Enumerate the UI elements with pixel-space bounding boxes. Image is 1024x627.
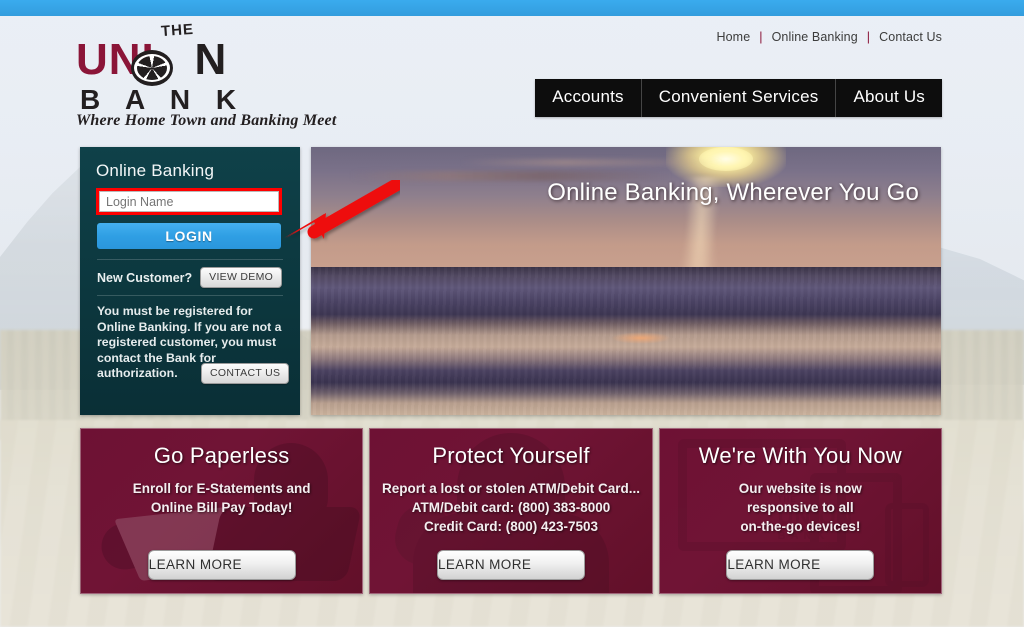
hero-banner[interactable]: Online Banking, Wherever You Go xyxy=(311,147,941,415)
logo-tagline: Where Home Town and Banking Meet xyxy=(76,112,337,129)
site-logo[interactable]: THE UNI N B A N K Where Home Town and Ba… xyxy=(76,21,376,130)
panel-divider xyxy=(97,259,283,260)
utility-nav-separator: | xyxy=(866,30,871,44)
new-customer-label: New Customer? xyxy=(97,270,193,285)
card-body: Go Paperless Enroll for E-Statements and… xyxy=(81,429,362,517)
utility-nav-home[interactable]: Home xyxy=(717,30,751,44)
panel-divider xyxy=(97,295,283,296)
card-text-line: on-the-go devices! xyxy=(740,519,861,534)
utility-nav-contact-us[interactable]: Contact Us xyxy=(879,30,942,44)
login-input-highlight xyxy=(96,188,282,215)
learn-more-button[interactable]: LEARN MORE xyxy=(436,550,585,580)
top-accent-bar xyxy=(0,0,1024,16)
card-text: Report a lost or stolen ATM/Debit Card..… xyxy=(370,479,651,536)
card-text: Our website is now responsive to all on-… xyxy=(660,479,941,536)
login-button[interactable]: LOGIN xyxy=(97,223,281,249)
learn-more-button[interactable]: LEARN MORE xyxy=(147,550,296,580)
card-text-line: Our website is now xyxy=(738,481,862,496)
utility-nav-separator: | xyxy=(759,30,763,44)
card-text-line: Online Bill Pay Today! xyxy=(150,500,293,515)
card-text-line: ATM/Debit card: (800) 383-8000 xyxy=(411,500,611,515)
site-header: THE UNI N B A N K Where Home Town and Ba… xyxy=(0,16,1024,132)
hero-water-glint xyxy=(611,332,671,344)
promo-card-were-with-you-now[interactable]: THE UNION BANK We're With You Now Our we… xyxy=(658,428,942,594)
card-text: Enroll for E-Statements and Online Bill … xyxy=(81,479,362,517)
contact-us-button[interactable]: CONTACT US xyxy=(201,363,290,384)
globe-icon xyxy=(131,50,173,86)
nav-item-accounts[interactable]: Accounts xyxy=(535,79,642,117)
card-title: Go Paperless xyxy=(153,443,290,468)
promo-cards: Go Paperless Enroll for E-Statements and… xyxy=(80,428,942,594)
view-demo-button[interactable]: VIEW DEMO xyxy=(200,267,283,288)
card-body: We're With You Now Our website is now re… xyxy=(660,429,941,536)
main-nav: Accounts Convenient Services About Us xyxy=(535,79,942,117)
promo-card-protect-yourself[interactable]: Protect Yourself Report a lost or stolen… xyxy=(369,428,653,594)
card-text-line: Enroll for E-Statements and xyxy=(132,481,311,496)
promo-card-go-paperless[interactable]: Go Paperless Enroll for E-Statements and… xyxy=(80,428,364,594)
nav-item-about-us[interactable]: About Us xyxy=(836,79,942,117)
utility-nav: Home | Online Banking | Contact Us xyxy=(717,30,943,44)
card-text-line: Credit Card: (800) 423-7503 xyxy=(423,519,599,534)
card-text-line: Report a lost or stolen ATM/Debit Card..… xyxy=(381,481,640,496)
card-title: We're With You Now xyxy=(698,443,902,468)
online-banking-login-panel: Online Banking LOGIN New Customer? VIEW … xyxy=(80,147,300,415)
learn-more-button[interactable]: LEARN MORE xyxy=(726,550,875,580)
logo-union-right: N xyxy=(194,35,228,84)
hero-cloud xyxy=(461,159,721,166)
new-customer-row: New Customer? VIEW DEMO xyxy=(97,267,283,288)
card-title: Protect Yourself xyxy=(432,443,590,468)
nav-item-convenient-services[interactable]: Convenient Services xyxy=(642,79,837,117)
login-name-input[interactable] xyxy=(99,191,279,212)
card-body: Protect Yourself Report a lost or stolen… xyxy=(370,429,651,536)
utility-nav-online-banking[interactable]: Online Banking xyxy=(772,30,858,44)
card-text-line: responsive to all xyxy=(747,500,854,515)
login-panel-title: Online Banking xyxy=(96,161,215,180)
hero-caption: Online Banking, Wherever You Go xyxy=(547,179,919,206)
